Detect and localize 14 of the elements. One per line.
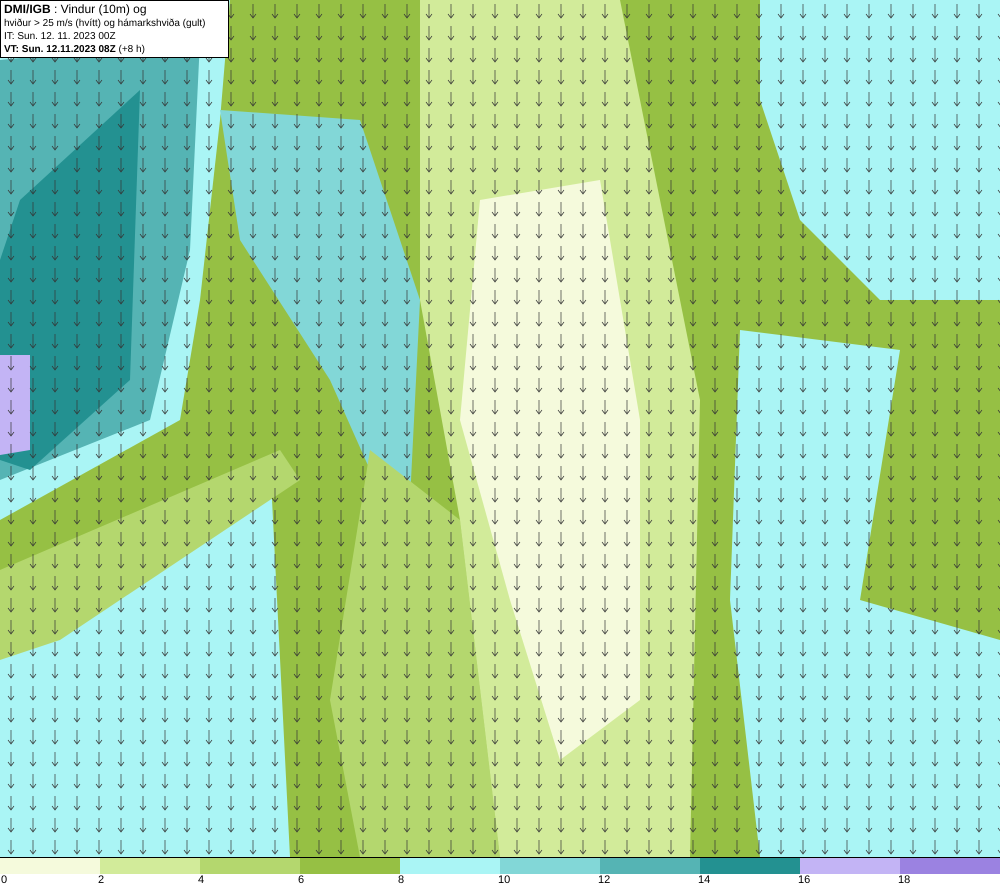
map-subtitle: hviður > 25 m/s (hvítt) og hámarkshviða (gult) [4, 17, 206, 30]
legend-tick-label: 0 [1, 874, 8, 887]
legend-tick-label: 6 [298, 874, 304, 887]
legend-tick-label: 12 [598, 874, 610, 887]
map-subtitle: VT: Sun. 12.11.2023 08Z (+8 h) [4, 43, 146, 56]
legend-tick-label: 16 [798, 874, 810, 887]
legend-tick-label: 10 [498, 874, 510, 887]
map-title: DMI/IGB : Vindur (10m) og [4, 2, 148, 17]
legend-tick-label: 2 [98, 874, 104, 887]
legend-tick-label: 18 [898, 874, 910, 887]
legend-tick-label: 4 [198, 874, 204, 887]
map-subtitle: IT: Sun. 12. 11. 2023 00Z [4, 30, 117, 43]
legend-tick-label: 8 [398, 874, 404, 887]
legend-tick-label: 14 [698, 874, 710, 887]
